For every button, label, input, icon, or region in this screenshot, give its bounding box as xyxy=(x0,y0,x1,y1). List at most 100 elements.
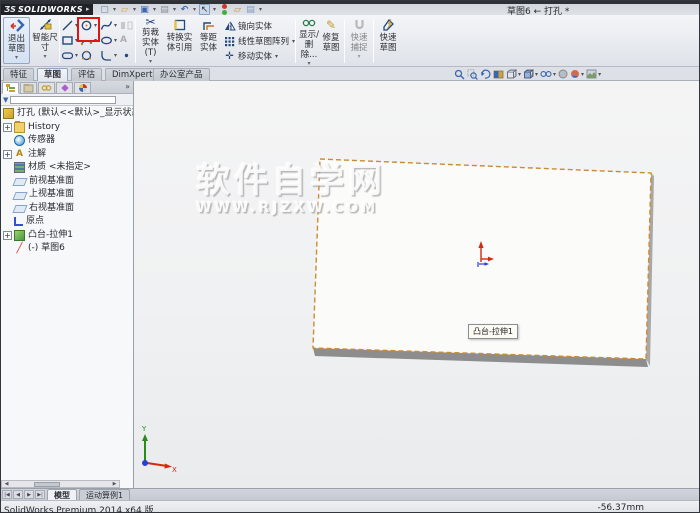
dropdown-caret-icon[interactable]: ▾ xyxy=(258,6,263,13)
slot-tool-button[interactable]: ▾ xyxy=(61,48,81,62)
tree-item-sketch6[interactable]: ╱ (-) 草图6 xyxy=(1,242,133,256)
scrollbar-thumb[interactable] xyxy=(34,482,60,487)
convert-entities-button[interactable]: 转换实体引用 xyxy=(165,17,194,64)
graphics-viewport[interactable]: 软件自学网 WWW.RJZXW.COM 凸台-拉伸1 Y X xyxy=(134,81,699,488)
featuremanager-tab-icon[interactable] xyxy=(2,82,19,94)
repair-sketch-button[interactable]: ✎ 修复草图 xyxy=(320,17,342,64)
dropdown-caret-icon[interactable]: ▾ xyxy=(192,6,197,13)
panel-horizontal-scrollbar[interactable]: ◀ ▶ xyxy=(1,480,120,488)
hide-show-items-icon[interactable]: ▾ xyxy=(540,69,556,79)
zoom-fit-icon[interactable] xyxy=(454,69,465,80)
tab-scroll-next-icon[interactable]: ▶ xyxy=(24,490,34,499)
propertymanager-tab-icon[interactable] xyxy=(20,82,37,94)
displaymanager-tab-icon[interactable] xyxy=(74,82,91,94)
repair-sketch-icon: ✎ xyxy=(325,17,337,32)
tab-motion-study1[interactable]: 运动算例1 xyxy=(79,489,131,500)
status-bar: SolidWorks Premium 2014 x64 版 -56.37mm xyxy=(1,500,699,512)
display-style-icon[interactable]: ▾ xyxy=(523,69,538,80)
tree-item-history[interactable]: + History xyxy=(1,120,133,135)
move-entities-button[interactable]: ✛ 移动实体 ▾ xyxy=(223,49,295,63)
exit-sketch-button[interactable]: 退出草图 ▾ xyxy=(3,17,30,64)
edit-appearance-icon[interactable] xyxy=(558,69,568,79)
panel-overflow-chevron[interactable]: » xyxy=(125,81,133,93)
tree-item-boss-extrude1[interactable]: + 凸台-拉伸1 xyxy=(1,229,133,243)
dropdown-caret-icon[interactable]: ▾ xyxy=(132,6,137,13)
tree-item-front-plane[interactable]: 前视基准面 xyxy=(1,175,133,189)
scroll-right-arrow-icon[interactable]: ▶ xyxy=(110,481,119,487)
dropdown-caret-icon[interactable]: ▾ xyxy=(112,6,117,13)
rebuild-icon[interactable] xyxy=(219,4,230,15)
tab-dimxpert[interactable]: DimXpert xyxy=(105,68,160,81)
dropdown-caret-icon: ▾ xyxy=(114,51,118,59)
mirror-entities-label: 镜向实体 xyxy=(238,22,273,32)
tree-item-part-root[interactable]: 打孔 (默认<<默认>_显示状态 xyxy=(1,107,133,121)
mirror-entities-icon xyxy=(223,20,236,32)
tutorial-highlight-box xyxy=(77,17,100,42)
smart-dimension-button[interactable]: 智能尺寸 ▾ xyxy=(32,17,58,64)
linear-sketch-pattern-button[interactable]: 线性草图阵列 ▾ xyxy=(223,34,295,48)
tree-item-material[interactable]: 材质 <未指定> xyxy=(1,161,133,175)
select-cursor-icon[interactable]: ↖ xyxy=(199,4,210,15)
trim-entities-icon: ✂ xyxy=(145,15,156,29)
undo-icon[interactable]: ↶ xyxy=(179,4,190,15)
section-view-icon[interactable] xyxy=(493,69,504,80)
mirror-entities-button[interactable]: 镜向实体 xyxy=(223,19,295,33)
dropdown-caret-icon[interactable]: ▾ xyxy=(212,6,217,13)
display-delete-relations-label: 显示/删除... xyxy=(299,30,319,60)
expand-plus-icon[interactable]: + xyxy=(3,149,12,159)
tree-item-right-plane[interactable]: 右视基准面 xyxy=(1,202,133,216)
expand-plus-icon[interactable]: + xyxy=(3,122,12,132)
zoom-area-icon[interactable] xyxy=(467,68,478,80)
tree-filter-input[interactable] xyxy=(10,95,117,104)
dimxpertmanager-tab-icon[interactable] xyxy=(56,82,73,94)
dropdown-caret-icon[interactable]: ▾ xyxy=(172,6,177,13)
tab-sketch[interactable]: 草图 xyxy=(37,68,69,81)
quick-snaps-icon xyxy=(353,17,366,32)
dropdown-caret-icon: ▾ xyxy=(114,36,118,44)
history-folder-icon xyxy=(14,120,25,133)
appearance-icon[interactable]: ▱ xyxy=(232,4,243,15)
rapid-sketch-button[interactable]: 快速草图 xyxy=(376,17,400,64)
tab-scroll-first-icon[interactable]: |◀ xyxy=(2,490,12,499)
fillet-tool-button[interactable]: ▾ xyxy=(100,48,120,62)
save-icon[interactable]: ▣ xyxy=(139,4,150,15)
tree-item-sensors[interactable]: 传感器 xyxy=(1,134,133,148)
text-tool-button[interactable]: A xyxy=(120,33,140,47)
tab-features[interactable]: 特征 xyxy=(3,68,35,81)
trim-entities-button[interactable]: ✂ 剪裁实体(T) ▾ xyxy=(138,15,163,65)
rapid-sketch-label: 快速草图 xyxy=(379,33,397,53)
tab-office-products[interactable]: 办公室产品 xyxy=(153,68,210,81)
apply-scene-icon[interactable]: ▾ xyxy=(570,69,584,79)
spline-tool-button[interactable]: ▾ xyxy=(100,18,120,32)
print-icon[interactable]: ▤ xyxy=(159,4,170,15)
view-settings-icon[interactable]: ▾ xyxy=(586,69,601,79)
display-delete-relations-button[interactable]: 显示/删除... ▾ xyxy=(298,17,320,67)
dropdown-caret-icon: ▾ xyxy=(114,21,118,29)
expand-plus-icon[interactable]: + xyxy=(3,230,12,240)
previous-view-icon[interactable] xyxy=(480,69,491,80)
view-orientation-icon[interactable]: ▾ xyxy=(506,69,521,80)
perimeter-circle-tool-button[interactable] xyxy=(80,48,100,62)
configurationmanager-tab-icon[interactable] xyxy=(38,82,55,94)
dropdown-caret-icon[interactable]: ▾ xyxy=(152,6,157,13)
sensors-icon xyxy=(14,135,25,147)
quick-snaps-button[interactable]: 快速捕捉 ▾ xyxy=(347,17,371,64)
tree-item-top-plane[interactable]: 上视基准面 xyxy=(1,188,133,202)
tree-item-label: 凸台-拉伸1 xyxy=(28,229,73,240)
offset-entities-button[interactable]: 等距实体 xyxy=(197,17,220,64)
tab-scroll-prev-icon[interactable]: ◀ xyxy=(13,490,23,499)
point-tool-button[interactable] xyxy=(120,48,140,62)
model-plate-graphic xyxy=(312,158,654,367)
ellipse-tool-button[interactable]: ▾ xyxy=(100,33,120,47)
scroll-left-arrow-icon[interactable]: ◀ xyxy=(2,481,11,487)
tab-scroll-last-icon[interactable]: ▶| xyxy=(35,490,45,499)
scene-icon[interactable]: ▤ xyxy=(245,4,256,15)
solidworks-logo-text: SOLIDWORKS xyxy=(17,4,83,14)
tab-evaluate[interactable]: 评估 xyxy=(71,68,103,81)
tree-item-origin[interactable]: 原点 xyxy=(1,215,133,229)
open-icon[interactable]: ▱ xyxy=(119,4,130,15)
tree-item-annotations[interactable]: + A 注解 xyxy=(1,148,133,162)
mirror-entities-small-button[interactable] xyxy=(120,18,140,32)
new-document-icon[interactable]: ▢ xyxy=(99,4,110,15)
tab-model[interactable]: 模型 xyxy=(47,489,77,500)
